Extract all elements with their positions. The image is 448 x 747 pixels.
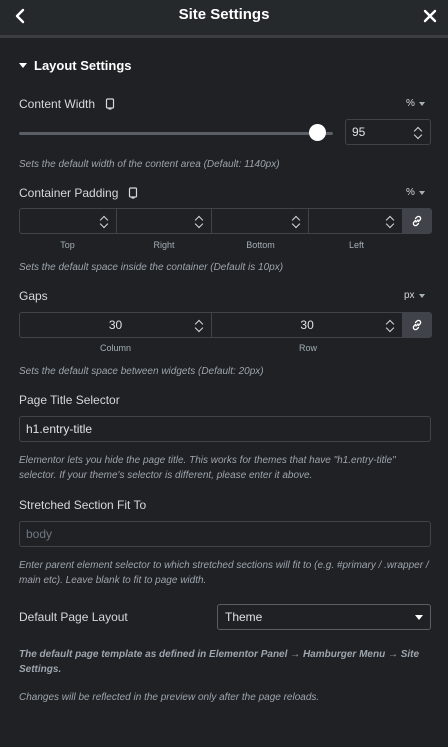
stepper-icon[interactable] [386, 215, 395, 229]
container-padding-fields [19, 208, 432, 234]
stretched-section-label: Stretched Section Fit To [19, 498, 147, 512]
stepper-icon[interactable] [292, 215, 301, 229]
page-title-selector-description: Elementor lets you hide the page title. … [19, 455, 396, 481]
stepper-icon[interactable] [414, 126, 423, 140]
padding-left-input[interactable] [309, 209, 404, 233]
desktop-icon[interactable] [128, 187, 138, 199]
link-values-button[interactable] [403, 209, 431, 233]
gaps-description: Sets the default space between widgets (… [19, 366, 264, 377]
content-width-slider[interactable] [19, 132, 333, 135]
container-padding-description: Sets the default space inside the contai… [19, 262, 284, 273]
content-width-unit-select[interactable]: % [406, 98, 425, 109]
gap-row-input[interactable]: 30 [212, 313, 404, 337]
panel-header: Site Settings [0, 0, 448, 38]
container-padding-label: Container Padding [19, 186, 138, 200]
desktop-icon[interactable] [105, 98, 115, 110]
stepper-icon[interactable] [386, 319, 395, 333]
close-button[interactable] [420, 6, 440, 26]
gaps-fields: 30 30 [19, 312, 432, 338]
default-page-layout-label: Default Page Layout [19, 610, 128, 624]
default-page-layout-select[interactable]: Theme [217, 604, 431, 630]
link-icon [412, 215, 422, 227]
chevron-down-icon [418, 190, 425, 195]
reload-note: Changes will be reflected in the preview… [19, 692, 320, 703]
content-width-label: Content Width [19, 97, 115, 111]
stepper-icon[interactable] [195, 319, 204, 333]
padding-top-input[interactable] [20, 209, 117, 233]
stepper-icon[interactable] [100, 215, 109, 229]
container-padding-unit-select[interactable]: % [406, 187, 425, 198]
caret-down-icon [19, 62, 27, 68]
stepper-icon[interactable] [195, 215, 204, 229]
padding-sublabels: Top Right Bottom Left [60, 240, 364, 250]
chevron-down-icon [418, 293, 425, 298]
close-icon [423, 9, 437, 23]
content-width-input[interactable]: 95 [345, 119, 431, 145]
stretched-section-input[interactable]: body [19, 521, 431, 547]
stretched-section-description: Enter parent element selector to which s… [19, 560, 429, 586]
page-title-selector-label: Page Title Selector [19, 393, 120, 407]
page-title-selector-input[interactable]: h1.entry-title [19, 416, 431, 442]
chevron-down-icon [418, 101, 425, 106]
template-note: The default page template as defined in … [19, 649, 420, 675]
content-width-slider-handle[interactable] [309, 124, 326, 141]
gap-column-input[interactable]: 30 [20, 313, 213, 337]
page-title: Site Settings [178, 6, 270, 23]
link-values-button[interactable] [403, 313, 431, 337]
gaps-label: Gaps [19, 289, 48, 303]
layout-settings-toggle[interactable]: Layout Settings [19, 57, 132, 73]
content-width-description: Sets the default width of the content ar… [19, 159, 280, 170]
padding-bottom-input[interactable] [212, 209, 309, 233]
link-icon [412, 319, 422, 331]
section-title: Layout Settings [34, 57, 132, 73]
gaps-unit-select[interactable]: px [404, 290, 425, 301]
caret-down-icon [415, 615, 423, 620]
padding-right-input[interactable] [117, 209, 213, 233]
gaps-sublabels: Column Row [99, 343, 317, 353]
